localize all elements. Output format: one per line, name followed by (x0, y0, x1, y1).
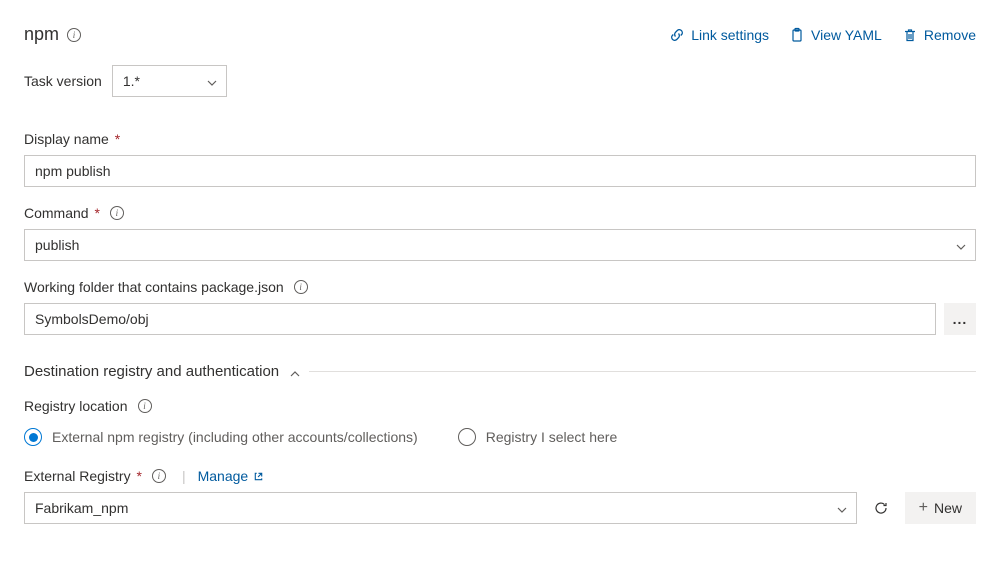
refresh-button[interactable] (865, 492, 897, 524)
manage-link[interactable]: Manage (198, 468, 265, 484)
working-folder-input[interactable] (24, 303, 936, 335)
external-registry-input-row: Fabrikam_npm + New (24, 492, 976, 524)
link-icon (669, 27, 685, 43)
radio-external-label: External npm registry (including other a… (52, 429, 418, 445)
info-icon[interactable]: i (110, 206, 124, 220)
chevron-down-icon (206, 76, 216, 86)
registry-location-field: Registry location i External npm registr… (24, 398, 976, 446)
remove-button[interactable]: Remove (902, 27, 976, 43)
browse-button[interactable]: ... (944, 303, 976, 335)
section-divider (309, 371, 976, 372)
section-title: Destination registry and authentication (24, 363, 279, 380)
command-field: Command * i publish (24, 205, 976, 261)
display-name-input[interactable] (24, 155, 976, 187)
working-folder-field: Working folder that contains package.jso… (24, 279, 976, 335)
registry-location-radios: External npm registry (including other a… (24, 428, 976, 446)
new-label: New (934, 500, 962, 516)
required-mark: * (91, 205, 100, 221)
header-actions: Link settings View YAML Remove (669, 27, 976, 43)
info-icon[interactable]: i (67, 28, 81, 42)
view-yaml-button[interactable]: View YAML (789, 27, 882, 43)
command-value: publish (35, 237, 79, 253)
divider-pipe: | (182, 468, 186, 484)
task-version-value: 1.* (123, 73, 140, 89)
external-registry-label-row: External Registry * i | Manage (24, 468, 976, 484)
chevron-down-icon (836, 503, 846, 513)
required-mark: * (111, 131, 120, 147)
radio-external-registry[interactable]: External npm registry (including other a… (24, 428, 418, 446)
link-settings-button[interactable]: Link settings (669, 27, 769, 43)
command-select[interactable]: publish (24, 229, 976, 261)
remove-label: Remove (924, 27, 976, 43)
plus-icon: + (919, 499, 928, 517)
required-mark: * (133, 468, 142, 484)
refresh-icon (873, 500, 889, 516)
working-folder-label-row: Working folder that contains package.jso… (24, 279, 976, 295)
view-yaml-label: View YAML (811, 27, 882, 43)
link-settings-label: Link settings (691, 27, 769, 43)
radio-dot (29, 433, 38, 442)
external-registry-select[interactable]: Fabrikam_npm (24, 492, 857, 524)
radio-circle (458, 428, 476, 446)
chevron-up-icon (289, 367, 299, 377)
radio-circle-selected (24, 428, 42, 446)
radio-select-here-label: Registry I select here (486, 429, 618, 445)
external-registry-field: External Registry * i | Manage Fabrikam_… (24, 468, 976, 524)
task-version-select[interactable]: 1.* (112, 65, 227, 97)
external-registry-value: Fabrikam_npm (35, 500, 128, 516)
task-header: npm i Link settings View YAML Remove (24, 24, 976, 45)
info-icon[interactable]: i (294, 280, 308, 294)
registry-location-label-row: Registry location i (24, 398, 976, 414)
registry-location-label: Registry location (24, 398, 128, 414)
manage-label: Manage (198, 468, 249, 484)
title-wrap: npm i (24, 24, 81, 45)
working-folder-input-row: ... (24, 303, 976, 335)
command-label: Command * (24, 205, 100, 221)
external-registry-label: External Registry * (24, 468, 142, 484)
new-button[interactable]: + New (905, 492, 976, 524)
trash-icon (902, 27, 918, 43)
command-label-row: Command * i (24, 205, 976, 221)
task-title: npm (24, 24, 59, 45)
destination-section-header[interactable]: Destination registry and authentication (24, 363, 976, 380)
working-folder-label: Working folder that contains package.jso… (24, 279, 284, 295)
info-icon[interactable]: i (152, 469, 166, 483)
chevron-down-icon (955, 240, 965, 250)
task-version-label: Task version (24, 73, 102, 89)
info-icon[interactable]: i (138, 399, 152, 413)
display-name-label: Display name * (24, 131, 120, 147)
task-version-row: Task version 1.* (24, 65, 976, 97)
external-link-icon (253, 471, 264, 482)
clipboard-icon (789, 27, 805, 43)
display-name-field: Display name * (24, 131, 976, 187)
display-name-label-row: Display name * (24, 131, 976, 147)
radio-select-here[interactable]: Registry I select here (458, 428, 618, 446)
